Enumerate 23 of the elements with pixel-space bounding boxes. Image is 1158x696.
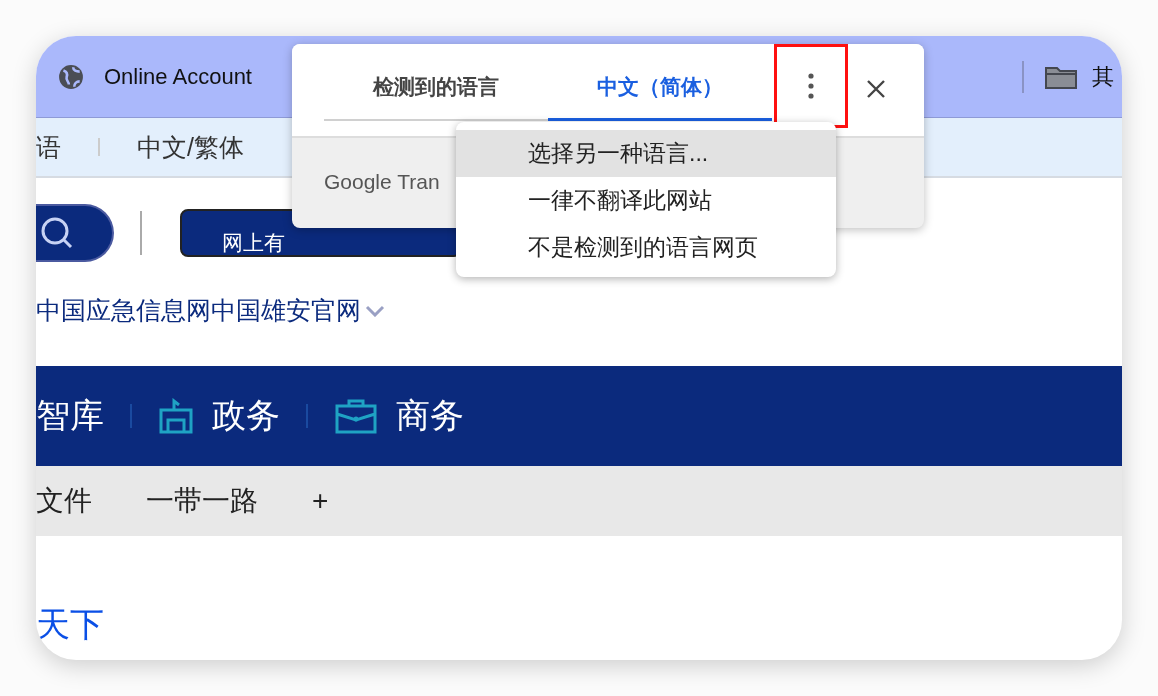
- headline-link[interactable]: 天下: [36, 602, 104, 648]
- search-icon: [40, 216, 74, 250]
- building-icon: [158, 398, 194, 434]
- briefcase-icon: [334, 398, 378, 434]
- search-button[interactable]: [36, 204, 114, 262]
- bookmark-label[interactable]: Online Account: [104, 63, 252, 90]
- google-translate-label: Google Tran: [324, 170, 440, 194]
- subnav-link[interactable]: +: [312, 485, 329, 517]
- bookmark-folder[interactable]: 其: [1092, 61, 1122, 92]
- close-icon: [866, 79, 886, 99]
- nav-link[interactable]: 智库: [36, 393, 104, 439]
- subnav-link[interactable]: 一带一路: [146, 482, 258, 520]
- language-link[interactable]: 语: [36, 130, 61, 164]
- nav-link[interactable]: 商务: [396, 393, 464, 439]
- menu-item[interactable]: 选择另一种语言...: [456, 130, 836, 177]
- chevron-icon: [365, 304, 385, 317]
- globe-icon: [58, 63, 84, 90]
- language-link[interactable]: 中文/繁体: [137, 130, 244, 164]
- site-links[interactable]: 中国应急信息网中国雄安官网: [36, 294, 361, 327]
- more-icon: [808, 73, 814, 99]
- nav-link[interactable]: 政务: [212, 393, 280, 439]
- language-tab[interactable]: 检测到的语言: [324, 44, 548, 121]
- subnav-link[interactable]: 文件: [36, 482, 92, 520]
